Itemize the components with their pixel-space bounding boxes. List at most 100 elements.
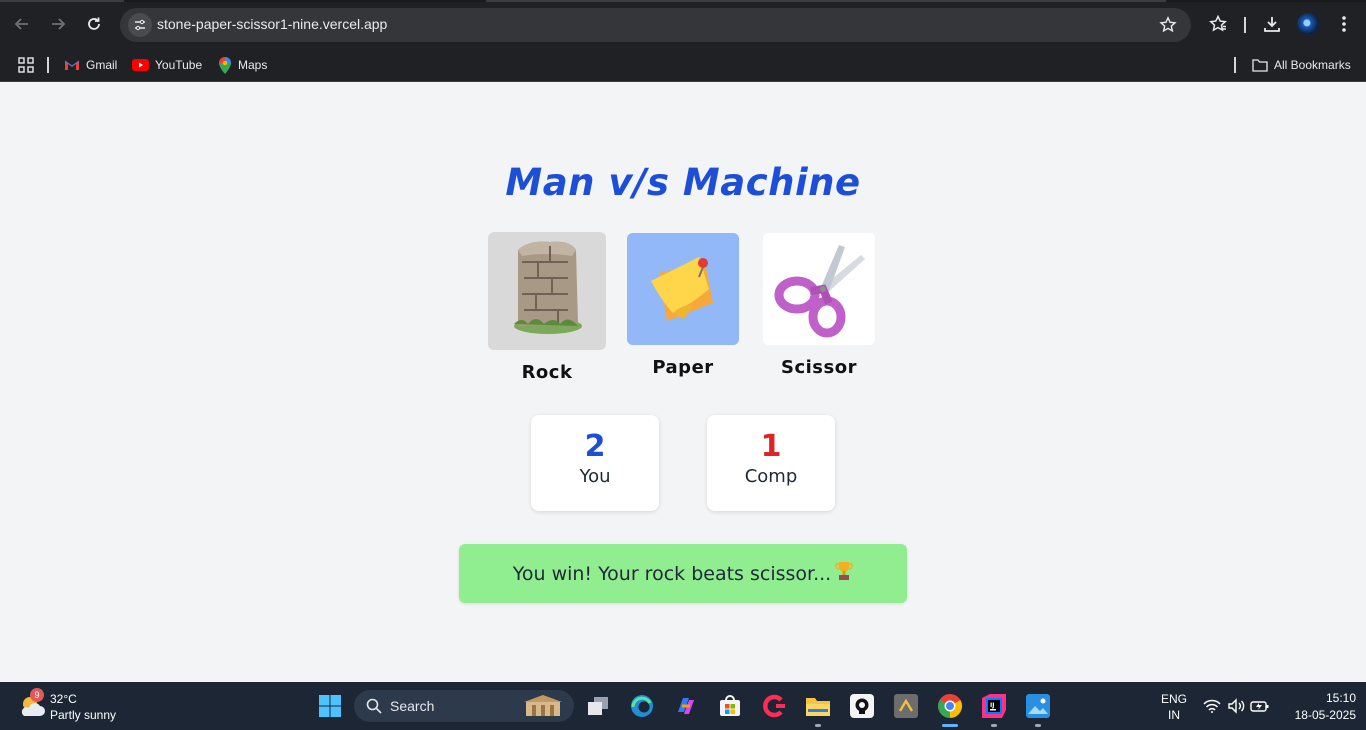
- download-icon: [1264, 17, 1280, 32]
- taskbar-app-red[interactable]: [760, 692, 788, 720]
- page-title: Man v/s Machine: [505, 161, 861, 204]
- running-indicator: [991, 724, 997, 727]
- avatar: [1297, 13, 1319, 35]
- active-indicator: [942, 724, 958, 727]
- user-score-label: You: [579, 466, 611, 487]
- url-text[interactable]: stone-paper-scissor1-nine.vercel.app: [157, 16, 387, 32]
- profile-button[interactable]: [1296, 12, 1320, 36]
- gmail-icon: [64, 60, 80, 70]
- taskbar-chrome[interactable]: [936, 692, 964, 720]
- photos-icon: [1026, 694, 1050, 718]
- search-highlight-icon: [524, 695, 562, 716]
- intellij-icon: IJ: [982, 694, 1006, 718]
- task-view-icon: [588, 697, 608, 715]
- choice-rock[interactable]: Rock: [488, 232, 606, 383]
- store-icon: [720, 695, 740, 716]
- task-view-button[interactable]: [584, 692, 612, 720]
- choice-label: Scissor: [781, 357, 857, 378]
- weather-badge: 9: [30, 688, 44, 702]
- paper-card[interactable]: [627, 233, 739, 345]
- windows-logo-icon: [319, 695, 341, 717]
- site-info-icon[interactable]: [128, 13, 152, 37]
- chrome-menu-button[interactable]: [1332, 12, 1356, 36]
- bookmark-label: YouTube: [155, 58, 203, 72]
- browser-toolbar: stone-paper-scissor1-nine.vercel.app: [0, 0, 1366, 48]
- taskbar-github[interactable]: [848, 692, 876, 720]
- comp-score-card: 1 Comp: [707, 415, 835, 511]
- result-message-box: You win! Your rock beats scissor...: [459, 544, 907, 603]
- taskbar-edge[interactable]: [628, 692, 656, 720]
- taskbar-photos[interactable]: [1024, 692, 1052, 720]
- copilot-icon: [678, 698, 694, 714]
- apps-grid-icon: [18, 57, 34, 73]
- arrow-left-icon: [14, 18, 28, 30]
- scissor-icon: [763, 233, 875, 345]
- all-bookmarks-button[interactable]: All Bookmarks: [1252, 55, 1351, 75]
- taskbar-copilot[interactable]: [672, 692, 700, 720]
- reload-button[interactable]: [80, 10, 108, 38]
- comp-score-label: Comp: [744, 466, 798, 487]
- toolbox-icon: [894, 694, 918, 718]
- github-icon: [850, 694, 874, 718]
- choice-paper[interactable]: Paper: [627, 233, 739, 378]
- bookmark-maps[interactable]: Maps: [218, 55, 267, 75]
- toolbar-separator: [1244, 17, 1246, 33]
- reload-icon: [88, 17, 100, 30]
- start-button[interactable]: [316, 692, 344, 720]
- battery-button[interactable]: [1246, 692, 1274, 720]
- user-score: 2: [584, 429, 606, 464]
- bookmark-separator: [47, 57, 49, 73]
- paper-icon: [627, 233, 739, 345]
- taskbar-store[interactable]: [716, 692, 744, 720]
- youtube-icon: [132, 59, 149, 71]
- chrome-icon: [938, 694, 963, 718]
- star-list-icon: [1209, 14, 1227, 32]
- all-bookmarks-label: All Bookmarks: [1274, 58, 1351, 72]
- bookmark-youtube[interactable]: YouTube: [132, 55, 202, 75]
- weather-temp: 32°C: [50, 692, 77, 706]
- windows-taskbar: 9 32°C Partly sunny Search IJ ENG IN 15:…: [0, 682, 1366, 730]
- clock-date[interactable]: 18-05-2025: [1284, 708, 1356, 722]
- choice-scissor[interactable]: Scissor: [763, 233, 875, 378]
- rock-icon: [488, 232, 606, 350]
- running-indicator: [1035, 724, 1041, 727]
- red-c-app-icon: [763, 694, 785, 718]
- taskbar-file-explorer[interactable]: [804, 692, 832, 720]
- kebab-menu-icon: [1342, 16, 1346, 32]
- maps-icon: [219, 56, 231, 74]
- svg-text:IJ: IJ: [990, 702, 994, 709]
- battery-icon: [1250, 701, 1269, 712]
- scissor-card[interactable]: [763, 233, 875, 345]
- choice-label: Rock: [521, 362, 573, 383]
- search-label: Search: [390, 698, 435, 714]
- reading-list-button[interactable]: [1206, 12, 1230, 36]
- forward-button[interactable]: [44, 10, 72, 38]
- downloads-button[interactable]: [1260, 12, 1284, 36]
- apps-button[interactable]: [18, 55, 34, 75]
- result-message: You win! Your rock beats scissor...: [512, 562, 832, 585]
- weather-widget[interactable]: 9 32°C Partly sunny: [18, 688, 138, 724]
- language-line2[interactable]: IN: [1158, 708, 1190, 722]
- address-bar[interactable]: stone-paper-scissor1-nine.vercel.app: [120, 8, 1191, 42]
- tab-strip: [0, 0, 1366, 2]
- taskbar-search[interactable]: Search: [354, 690, 574, 722]
- weather-condition: Partly sunny: [50, 708, 117, 722]
- bookmark-gmail[interactable]: Gmail: [64, 55, 117, 75]
- choice-label: Paper: [652, 357, 714, 378]
- taskbar-intellij[interactable]: IJ: [980, 692, 1008, 720]
- clock-time[interactable]: 15:10: [1300, 691, 1356, 705]
- bookmark-label: Maps: [238, 58, 268, 72]
- tab-edge: [0, 0, 124, 2]
- user-score-card: 2 You: [531, 415, 659, 511]
- bookmarks-bar: Gmail YouTube Maps All Bookmarks: [0, 48, 1366, 82]
- taskbar-app-gray[interactable]: [892, 692, 920, 720]
- back-button[interactable]: [8, 10, 36, 38]
- arrow-right-icon: [52, 18, 66, 30]
- volume-icon: [1228, 698, 1245, 714]
- language-line1[interactable]: ENG: [1158, 692, 1190, 706]
- bookmark-star-icon[interactable]: [1159, 16, 1177, 34]
- folder-icon: [1252, 59, 1268, 72]
- bookmark-separator: [1234, 57, 1236, 73]
- edge-icon: [631, 695, 653, 717]
- rock-card[interactable]: [488, 232, 606, 350]
